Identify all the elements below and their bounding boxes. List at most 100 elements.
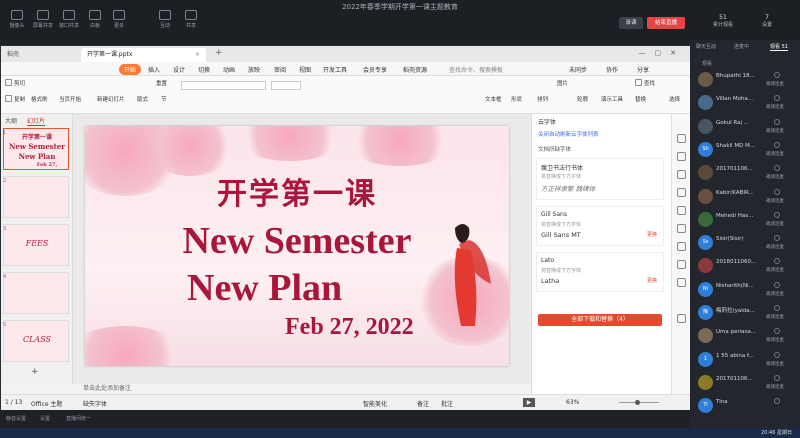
- mic-icon[interactable]: [774, 141, 780, 148]
- menu-animation[interactable]: 动画: [223, 65, 235, 74]
- thumbnail-3[interactable]: 3 FEES: [3, 224, 69, 266]
- tool-icon[interactable]: [677, 188, 686, 197]
- participant-row[interactable]: 201701106... 邀请连麦: [698, 373, 798, 393]
- tab-slides[interactable]: 幻灯片: [27, 116, 46, 126]
- arrange-button[interactable]: 排列: [537, 95, 548, 103]
- share-link-button[interactable]: 共享: [178, 10, 204, 29]
- menu-insert[interactable]: 插入: [148, 65, 160, 74]
- download-all-button[interactable]: 全部下载和替换（4）: [538, 314, 662, 326]
- invite-mic-link[interactable]: 邀请连麦: [766, 314, 784, 320]
- invite-mic-link[interactable]: 邀请连麦: [766, 128, 784, 134]
- mic-icon[interactable]: [774, 328, 780, 335]
- thumbnail-4[interactable]: 4: [3, 272, 69, 314]
- replace-font-link[interactable]: 更换: [647, 231, 657, 238]
- mic-icon[interactable]: [774, 235, 780, 242]
- font-size-select[interactable]: [271, 81, 301, 90]
- invite-mic-link[interactable]: 邀请连麦: [766, 361, 784, 367]
- select-button[interactable]: 选择: [669, 95, 680, 103]
- mic-icon[interactable]: [774, 95, 780, 102]
- room-sync-button[interactable]: 直播间统一: [66, 415, 91, 422]
- copy-button[interactable]: 复制: [5, 95, 25, 103]
- menu-docer[interactable]: 稻壳资源: [403, 65, 427, 74]
- invite-mic-link[interactable]: 邀请连麦: [766, 221, 784, 227]
- tool-icon[interactable]: [677, 224, 686, 233]
- comments-button[interactable]: 批注: [441, 399, 453, 408]
- participant-row[interactable]: Ni Nisharith(Ni... 邀请连麦: [698, 280, 798, 300]
- participant-row[interactable]: Uma periasa... 邀请连麦: [698, 326, 798, 346]
- participant-row[interactable]: Gokul Raj ... 邀请连麦: [698, 117, 798, 137]
- add-slide-button[interactable]: +: [31, 367, 39, 377]
- thumbnail-5[interactable]: 5 CLASS: [3, 320, 69, 362]
- tool-icon[interactable]: [677, 206, 686, 215]
- mic-icon[interactable]: [774, 398, 780, 405]
- mute-settings[interactable]: 静音设置: [6, 415, 26, 422]
- mic-icon[interactable]: [774, 118, 780, 125]
- tool-icon[interactable]: [677, 242, 686, 251]
- font-card[interactable]: 魔卫书法行书体 将替换成下方字体 方正祥隶繁 魏碑体: [536, 158, 664, 200]
- mic-icon[interactable]: [774, 351, 780, 358]
- shape-button[interactable]: 形状: [511, 95, 522, 103]
- menu-review[interactable]: 审阅: [274, 65, 286, 74]
- screen-share-button[interactable]: 屏幕共享: [30, 10, 56, 29]
- replace-font-link[interactable]: 更换: [647, 277, 657, 284]
- find-button[interactable]: 查找: [635, 79, 655, 87]
- tool-icon[interactable]: [677, 170, 686, 179]
- interact-button[interactable]: 互动: [152, 10, 178, 29]
- share-button[interactable]: 分享: [637, 65, 649, 74]
- participant-row[interactable]: Ss Sisir(Sisir) 邀请连麦: [698, 233, 798, 253]
- tab-viewers[interactable]: 观看 51: [770, 43, 788, 51]
- menu-view[interactable]: 视图: [299, 65, 311, 74]
- mic-icon[interactable]: [774, 305, 780, 311]
- window-share-button[interactable]: 窗口共享: [56, 10, 82, 29]
- zoom-slider-handle[interactable]: [635, 400, 640, 405]
- cut-button[interactable]: 剪切: [5, 79, 25, 87]
- camera-button[interactable]: 摄像头: [4, 10, 30, 29]
- play-icon[interactable]: ▶: [523, 398, 535, 407]
- participant-row[interactable]: 2018011060... 邀请连麦: [698, 256, 798, 276]
- tool-icon[interactable]: [677, 152, 686, 161]
- mic-icon[interactable]: [774, 211, 780, 218]
- menu-slideshow[interactable]: 放映: [248, 65, 260, 74]
- reset-button[interactable]: 重置: [156, 79, 167, 87]
- from-current-button[interactable]: 当页开始: [59, 95, 81, 103]
- mic-icon[interactable]: [774, 72, 780, 78]
- tool-icon[interactable]: [677, 260, 686, 269]
- mic-icon[interactable]: [774, 374, 780, 381]
- collaborate-button[interactable]: 协作: [606, 65, 618, 74]
- section-button[interactable]: 节: [161, 95, 167, 103]
- font-family-select[interactable]: [181, 81, 266, 90]
- mic-icon[interactable]: [774, 281, 780, 288]
- invite-mic-link[interactable]: 邀请连麦: [766, 244, 784, 250]
- whiteboard-button[interactable]: 白板: [82, 10, 108, 29]
- end-live-button[interactable]: 结束直播: [647, 17, 685, 29]
- mic-icon[interactable]: [774, 188, 780, 195]
- menu-vip[interactable]: 会员专享: [363, 65, 387, 74]
- new-tab-button[interactable]: +: [215, 48, 223, 58]
- record-button[interactable]: 录课: [619, 17, 643, 29]
- thumbnail-1[interactable]: 1 开学第一课 New Semester New Plan Feb 27,: [3, 128, 69, 170]
- participant-row[interactable]: Villan Moha... 邀请连麦: [698, 93, 798, 113]
- tab-on-mic[interactable]: 连麦中: [734, 43, 749, 50]
- presenter-tools-button[interactable]: 演示工具: [601, 95, 623, 103]
- mic-icon[interactable]: [774, 165, 780, 172]
- close-icon[interactable]: ×: [195, 48, 200, 61]
- more-button[interactable]: 更多: [106, 10, 132, 29]
- invite-mic-link[interactable]: 邀请连麦: [766, 151, 784, 157]
- refresh-toggle[interactable]: 关闭自动刷新云字体列表: [538, 130, 666, 138]
- new-slide-button[interactable]: 新建幻灯片: [97, 95, 125, 103]
- menu-devtools[interactable]: 开发工具: [323, 65, 347, 74]
- picture-button[interactable]: 图片: [557, 79, 568, 87]
- tab-home[interactable]: 稻壳: [7, 49, 67, 60]
- invite-mic-link[interactable]: 邀请连麦: [766, 291, 784, 297]
- participant-row[interactable]: 11 55 abina f... 邀请连麦: [698, 350, 798, 370]
- text-tool-icon[interactable]: [677, 314, 686, 323]
- sync-status[interactable]: 未同步: [569, 65, 587, 74]
- notes-button[interactable]: 备注: [417, 399, 429, 408]
- font-card[interactable]: Lato 将替换成下方字体 Latha 更换: [536, 252, 664, 292]
- mic-icon[interactable]: [774, 258, 780, 265]
- current-slide[interactable]: 开学第一课 New Semester New Plan Feb 27, 2022: [85, 126, 509, 366]
- tool-icon[interactable]: [677, 278, 686, 287]
- thumbnail-2[interactable]: 2: [3, 176, 69, 218]
- tab-document[interactable]: 开学第一课.pptx ×: [81, 48, 206, 62]
- invite-mic-link[interactable]: 邀请连麦: [766, 198, 784, 204]
